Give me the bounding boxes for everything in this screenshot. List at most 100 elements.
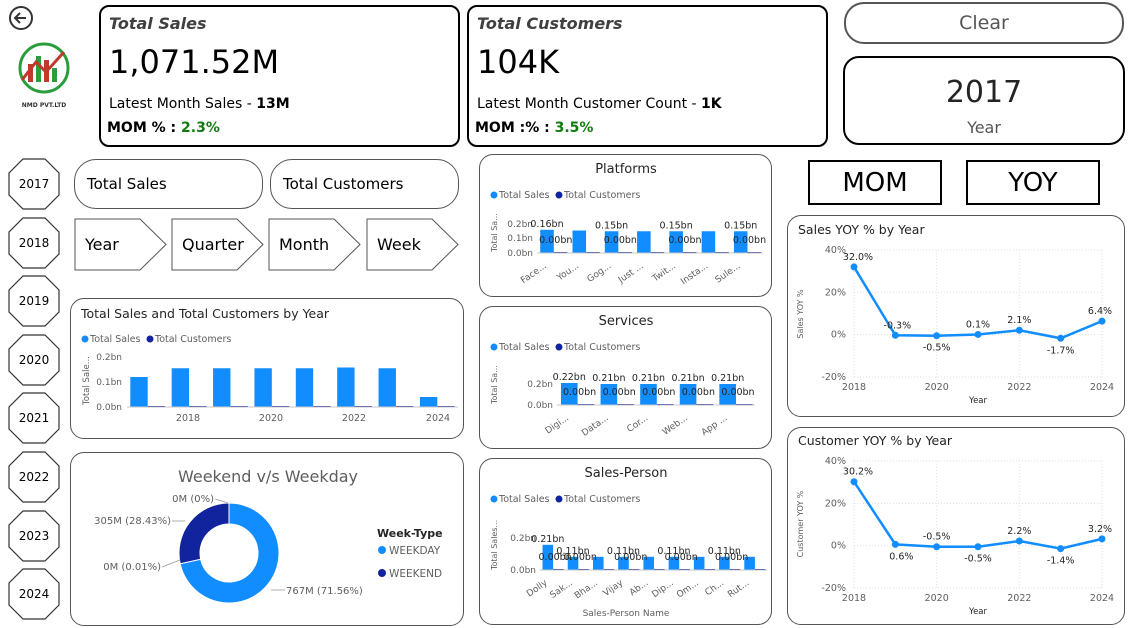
legend-sales-label: Total Sales [498, 190, 550, 201]
sales-data-label: 0.21bn [632, 373, 665, 384]
x-tick-label: 2024 [1090, 593, 1114, 604]
donut-slice-weekend [178, 502, 230, 565]
x-tick-label: 2018 [842, 382, 866, 393]
customers-data-label: 0.00bn [665, 552, 698, 563]
sales-data-label: 0.22bn [553, 372, 586, 383]
legend-customers-label: Total Customers [154, 334, 231, 345]
data-label: 30.2% [843, 467, 873, 478]
y-axis-title: Total Sale... [82, 356, 92, 406]
y-axis-title: Customer YOY % [796, 490, 805, 557]
x-tick-label: Just ... [616, 261, 646, 286]
x-tick-label: Dip... [650, 578, 675, 600]
y-tick-label: 0.0bn [507, 249, 533, 259]
y-tick-label: 0.2bn [527, 380, 553, 390]
customers-data-label: 0.00bn [564, 552, 597, 563]
y-axis-title: Sales YOY % [796, 289, 805, 339]
legend-title: Week-Type [377, 527, 443, 540]
data-point [1098, 535, 1106, 543]
x-axis-title: Year [968, 396, 988, 406]
x-tick-label: App ... [700, 413, 730, 438]
customers-data-label: 0.00bn [563, 387, 596, 398]
x-tick-label: 2024 [426, 413, 450, 424]
x-tick-label: Sak... [549, 578, 575, 601]
legend-dot-weekend [378, 569, 386, 577]
legend-sales-dot [490, 495, 498, 503]
chart-title: Platforms [595, 162, 657, 177]
data-label: -0.5% [923, 532, 951, 543]
x-tick-label: 2018 [176, 413, 200, 424]
donut-label: 0M (0%) [172, 494, 214, 505]
customers-data-label: 0.00bn [682, 387, 715, 398]
x-tick-label: Insta... [679, 261, 710, 287]
legend-sales-label: Total Sales [89, 334, 141, 345]
data-point [974, 543, 982, 551]
y-tick-label: 0.0bn [96, 403, 122, 413]
sales-data-label: 0.21bn [531, 534, 564, 545]
x-tick-label: 2022 [1007, 382, 1031, 393]
chart-title: Total Sales and Total Customers by Year [80, 306, 330, 321]
chart-title: Customer YOY % by Year [798, 433, 953, 448]
donut-label: 305M (28.43%) [94, 516, 171, 527]
x-tick-label: Web... [661, 413, 690, 437]
customers-data-label: 0.00bn [603, 387, 636, 398]
x-tick-label: 2018 [842, 593, 866, 604]
y-tick-label: 0% [831, 541, 846, 552]
data-label: -1.4% [1047, 556, 1075, 567]
legend-customers-dot [555, 495, 563, 503]
y-tick-label: 0.1bn [96, 378, 122, 388]
legend-sales-label: Total Sales [498, 342, 550, 353]
sales-bar [295, 368, 314, 407]
customers-data-label: 0.00bn [721, 387, 754, 398]
data-label: -0.3% [884, 320, 912, 331]
data-label: 6.4% [1088, 306, 1112, 317]
x-axis-title: Year [968, 607, 988, 617]
legend-label-weekday: WEEKDAY [389, 545, 441, 557]
customers-data-label: 0.00bn [604, 235, 637, 246]
data-point [1057, 545, 1065, 553]
data-label: -1.7% [1047, 345, 1075, 356]
sales-data-label: 0.15bn [660, 220, 693, 231]
sales-data-label: 0.15bn [595, 220, 628, 231]
x-tick-label: You... [555, 261, 581, 284]
legend-label-weekend: WEEKEND [389, 568, 442, 580]
sales-bar [378, 368, 396, 407]
y-axis-title: Total Sa... [490, 213, 499, 253]
x-tick-label: 2020 [925, 593, 949, 604]
donut-label: 767M (71.56%) [286, 586, 363, 597]
x-tick-label: 2022 [1007, 593, 1031, 604]
series-line [852, 481, 1103, 550]
legend-customers-dot [555, 191, 563, 199]
y-tick-label: 0% [831, 330, 846, 341]
sales-bar [213, 368, 231, 407]
data-point [1098, 317, 1106, 325]
y-tick-label: 0.0bn [527, 401, 553, 411]
chart-title: Weekend v/s Weekday [178, 467, 358, 486]
y-tick-label: 40% [825, 456, 846, 467]
y-tick-label: 0.2bn [96, 353, 122, 363]
x-tick-label: 2020 [925, 382, 949, 393]
sales-data-label: 0.21bn [671, 373, 704, 384]
sales-bar [637, 231, 651, 253]
legend-customers-label: Total Customers [563, 494, 640, 505]
data-point [1015, 326, 1023, 334]
legend-sales-dot [490, 343, 498, 351]
dashboard: NMD PVT.LTD Total Sales 1,071.52M Latest… [0, 0, 1133, 628]
legend-sales-label: Total Sales [498, 494, 550, 505]
sales-bar [337, 367, 355, 407]
data-label: 32.0% [843, 252, 873, 263]
y-tick-label: 20% [825, 498, 846, 509]
data-point [891, 331, 899, 339]
sales-data-label: 0.21bn [592, 373, 625, 384]
data-point [850, 263, 858, 271]
leader-line [214, 498, 229, 504]
x-tick-label: Gog... [586, 261, 614, 285]
customers-data-label: 0.00bn [642, 387, 675, 398]
data-point [1057, 334, 1065, 342]
sales-bar [254, 368, 272, 407]
y-tick-label: 20% [825, 287, 846, 298]
x-tick-label: Rut... [726, 578, 751, 600]
customers-data-label: 0.00bn [614, 552, 647, 563]
x-tick-label: Dolly [525, 578, 550, 600]
data-point [1015, 537, 1023, 545]
legend-customers-dot [146, 335, 154, 343]
